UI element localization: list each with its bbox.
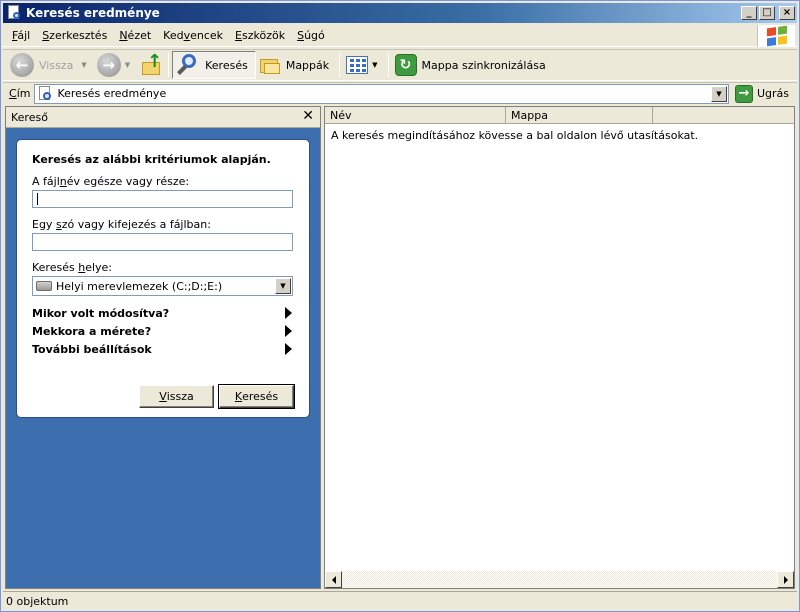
back-search-button[interactable]: Vissza — [139, 385, 214, 408]
search-results-icon — [37, 85, 53, 102]
toolbar-separator — [339, 53, 341, 77]
results-hint: A keresés megindításához kövesse a bal o… — [331, 129, 699, 142]
search-heading: Keresés az alábbi kritériumok alapján. — [32, 153, 271, 166]
forward-dropdown-icon[interactable]: ▼ — [125, 61, 130, 69]
expand-arrow-icon[interactable] — [285, 307, 292, 319]
results-list[interactable]: Név Mappa A keresés megindításához köves… — [324, 106, 795, 589]
phrase-label: Egy szó vagy kifejezés a fájlban: — [32, 218, 211, 231]
search-criteria-panel: Keresés az alábbi kritériumok alapján. A… — [17, 140, 309, 417]
go-arrow-icon: → — [734, 84, 753, 103]
scroll-left-button[interactable] — [325, 571, 342, 588]
location-dropdown-button[interactable]: ▼ — [275, 278, 291, 294]
option-modified-date[interactable]: Mikor volt módosítva? — [32, 304, 293, 322]
toolbar-separator — [168, 53, 170, 77]
back-button[interactable]: ← Vissza ▼ — [3, 51, 94, 79]
menu-view[interactable]: Nézet — [113, 27, 157, 44]
windows-logo-icon — [757, 25, 795, 47]
folder-up-icon: ↑ — [140, 53, 162, 76]
horizontal-scrollbar[interactable] — [325, 571, 794, 588]
views-icon — [346, 56, 369, 74]
address-bar: Cím Keresés eredménye ▼ → Ugrás — [3, 82, 797, 104]
menu-edit[interactable]: Szerkesztés — [36, 27, 113, 44]
toolbar-separator — [387, 53, 389, 77]
folders-icon — [259, 55, 281, 75]
folders-button[interactable]: Mappák — [256, 51, 336, 79]
search-pane-title: Kereső — [11, 110, 48, 124]
option-size[interactable]: Mekkora a mérete? — [32, 322, 293, 340]
menu-bar: Fájl Szerkesztés Nézet Kedvencek Eszközö… — [3, 25, 797, 47]
text-caret — [37, 193, 38, 205]
up-button[interactable]: ↑ — [137, 51, 165, 79]
search-pane-header: Kereső ✕ — [6, 107, 320, 128]
panel-buttons: Vissza Keresés — [139, 384, 295, 409]
filename-label: A fájlnév egésze vagy része: — [32, 175, 190, 188]
magnifier-icon — [176, 53, 200, 77]
explorer-window: Keresés eredménye _ □ × Fájl Szerkesztés… — [0, 0, 800, 612]
search-companion-pane: Kereső ✕ Keresés az alábbi kritériumok a… — [5, 106, 321, 589]
back-arrow-icon: ← — [10, 53, 34, 77]
location-select[interactable]: Helyi merevlemezek (C:;D:;E:) ▼ — [32, 276, 293, 296]
sync-folder-button[interactable]: ↻ Mappa szinkronizálása — [392, 51, 553, 79]
address-field[interactable]: Keresés eredménye ▼ — [34, 83, 729, 104]
maximize-button[interactable]: □ — [759, 6, 775, 20]
sync-icon: ↻ — [394, 54, 417, 76]
scroll-right-button[interactable] — [777, 571, 794, 588]
start-search-button[interactable]: Keresés — [218, 384, 295, 409]
status-text: 0 objektum — [6, 594, 69, 608]
standard-toolbar: ← Vissza ▼ → ▼ ↑ Keresés Mappák ▼ ↻ Mapp… — [3, 49, 797, 81]
expand-arrow-icon[interactable] — [285, 325, 292, 337]
go-button[interactable]: → Ugrás — [734, 84, 789, 103]
minimize-button[interactable]: _ — [741, 6, 757, 20]
search-results-icon[interactable] — [6, 5, 22, 21]
option-advanced[interactable]: További beállítások — [32, 340, 293, 358]
menu-favorites[interactable]: Kedvencek — [157, 27, 229, 44]
address-value: Keresés eredménye — [57, 87, 167, 100]
back-dropdown-icon[interactable]: ▼ — [81, 61, 86, 69]
filename-input[interactable] — [32, 190, 293, 208]
scroll-right-icon — [783, 575, 788, 584]
column-header-folder[interactable]: Mappa — [506, 107, 653, 124]
phrase-input[interactable] — [32, 233, 293, 251]
title-bar[interactable]: Keresés eredménye _ □ × — [3, 3, 797, 23]
column-headers: Név Mappa — [325, 107, 794, 124]
expand-arrow-icon[interactable] — [285, 343, 292, 355]
address-label: Cím — [9, 87, 31, 100]
column-header-name[interactable]: Név — [325, 107, 506, 124]
scroll-left-icon — [331, 575, 336, 584]
menu-help[interactable]: Súgó — [291, 27, 331, 44]
scroll-track[interactable] — [342, 571, 777, 588]
views-button[interactable]: ▼ — [343, 51, 384, 79]
close-pane-icon[interactable]: ✕ — [302, 109, 314, 123]
column-header-filler — [653, 107, 794, 124]
forward-button[interactable]: → ▼ — [94, 51, 137, 79]
menu-tools[interactable]: Eszközök — [229, 27, 291, 44]
status-bar: 0 objektum — [3, 591, 797, 610]
menu-file[interactable]: Fájl — [3, 27, 36, 44]
address-dropdown-button[interactable]: ▼ — [710, 85, 727, 102]
views-dropdown-icon[interactable]: ▼ — [372, 61, 377, 69]
location-value: Helyi merevlemezek (C:;D:;E:) — [56, 279, 223, 293]
forward-arrow-icon: → — [96, 53, 121, 77]
window-title: Keresés eredménye — [26, 6, 160, 20]
search-button[interactable]: Keresés — [172, 51, 256, 79]
close-button[interactable]: × — [779, 6, 795, 20]
hard-drive-icon — [36, 281, 52, 291]
location-label: Keresés helye: — [32, 261, 113, 274]
